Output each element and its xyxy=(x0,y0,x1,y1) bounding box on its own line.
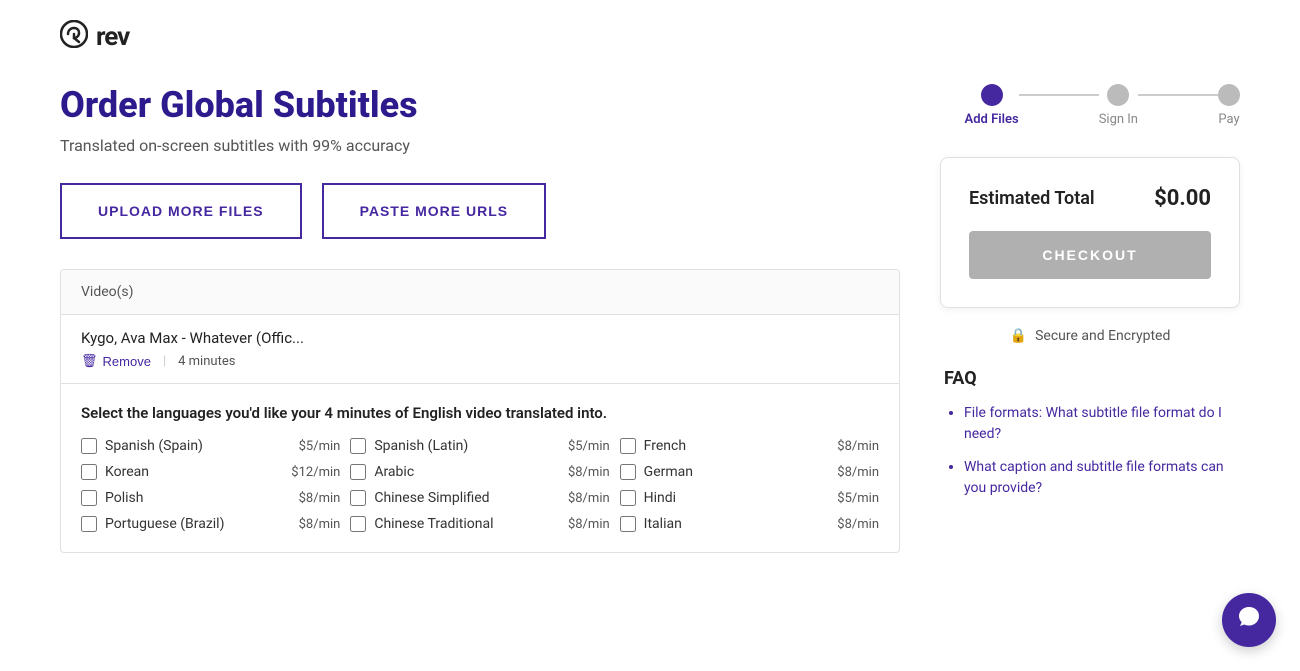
lang-price: $8/min xyxy=(837,517,879,532)
trash-icon: 🗑 xyxy=(81,353,98,369)
lang-checkbox-4[interactable] xyxy=(350,464,366,480)
lang-checkbox-10[interactable] xyxy=(350,516,366,532)
faq-item-1[interactable]: What caption and subtitle file formats c… xyxy=(964,457,1236,499)
chat-icon xyxy=(1236,604,1262,636)
lang-name: Spanish (Spain) xyxy=(105,438,203,454)
lang-name: Portuguese (Brazil) xyxy=(105,516,224,532)
lang-name: Chinese Traditional xyxy=(374,516,493,532)
logo: rev xyxy=(60,20,1240,54)
lang-item: Chinese Traditional $8/min xyxy=(350,516,609,532)
step-add-files: Add Files xyxy=(965,84,1019,127)
step-circle-add-files xyxy=(981,84,1003,106)
logo-text: rev xyxy=(96,22,129,52)
lang-item: Arabic $8/min xyxy=(350,464,609,480)
language-selection: Select the languages you'd like your 4 m… xyxy=(61,384,899,552)
lang-price: $8/min xyxy=(568,517,610,532)
upload-more-files-button[interactable]: UPLOAD MORE FILES xyxy=(60,183,302,239)
secure-text: Secure and Encrypted xyxy=(1035,328,1170,344)
secure-badge: 🔒 Secure and Encrypted xyxy=(940,328,1240,344)
lang-item: Spanish (Spain) $5/min xyxy=(81,438,340,454)
video-row: Kygo, Ava Max - Whatever (Offic... 🗑 Rem… xyxy=(61,315,899,384)
lang-price: $8/min xyxy=(837,465,879,480)
video-table-header: Video(s) xyxy=(61,270,899,315)
order-summary: Estimated Total $0.00 CHECKOUT xyxy=(940,157,1240,308)
page-subtitle: Translated on-screen subtitles with 99% … xyxy=(60,136,900,155)
step-label-pay: Pay xyxy=(1218,112,1239,127)
upload-buttons-area: UPLOAD MORE FILES PASTE MORE URLS xyxy=(60,183,900,239)
lang-price: $5/min xyxy=(837,491,879,506)
lang-checkbox-6[interactable] xyxy=(81,490,97,506)
lang-checkbox-0[interactable] xyxy=(81,438,97,454)
lang-name: Arabic xyxy=(374,464,414,480)
lang-item: Polish $8/min xyxy=(81,490,340,506)
video-table: Video(s) Kygo, Ava Max - Whatever (Offic… xyxy=(60,269,900,553)
lang-price: $5/min xyxy=(299,439,341,454)
lang-price: $8/min xyxy=(299,491,341,506)
lang-name: Italian xyxy=(644,516,682,532)
lang-item: Hindi $5/min xyxy=(620,490,879,506)
lang-price: $8/min xyxy=(568,491,610,506)
lang-item: Italian $8/min xyxy=(620,516,879,532)
lang-name: Korean xyxy=(105,464,149,480)
step-label-add-files: Add Files xyxy=(965,112,1019,127)
lang-item: French $8/min xyxy=(620,438,879,454)
language-grid: Spanish (Spain) $5/min Spanish (Latin) $… xyxy=(81,438,879,532)
steps-progress: Add Files Sign In Pay xyxy=(940,84,1240,127)
lang-checkbox-2[interactable] xyxy=(620,438,636,454)
lang-name: French xyxy=(644,438,686,454)
lang-checkbox-1[interactable] xyxy=(350,438,366,454)
chat-bubble-button[interactable] xyxy=(1222,593,1276,647)
meta-divider: | xyxy=(163,354,166,369)
lang-name: Polish xyxy=(105,490,143,506)
video-meta: 🗑 Remove | 4 minutes xyxy=(81,353,879,369)
lang-price: $8/min xyxy=(837,439,879,454)
faq-list: File formats: What subtitle file format … xyxy=(944,403,1236,499)
page-title: Order Global Subtitles xyxy=(60,84,900,126)
lang-checkbox-5[interactable] xyxy=(620,464,636,480)
logo-icon xyxy=(60,20,88,54)
remove-button[interactable]: 🗑 Remove xyxy=(81,353,151,369)
lang-price: $8/min xyxy=(568,465,610,480)
video-title: Kygo, Ava Max - Whatever (Offic... xyxy=(81,329,879,347)
estimated-total-row: Estimated Total $0.00 xyxy=(969,186,1211,211)
lang-name: German xyxy=(644,464,693,480)
lang-name: Spanish (Latin) xyxy=(374,438,468,454)
lang-item: Korean $12/min xyxy=(81,464,340,480)
estimated-amount: $0.00 xyxy=(1154,186,1211,211)
lang-price: $12/min xyxy=(291,465,340,480)
lang-checkbox-8[interactable] xyxy=(620,490,636,506)
faq-title: FAQ xyxy=(944,368,1236,389)
lang-price: $8/min xyxy=(299,517,341,532)
step-sign-in: Sign In xyxy=(1099,84,1138,127)
lang-checkbox-3[interactable] xyxy=(81,464,97,480)
paste-more-urls-button[interactable]: PASTE MORE URLS xyxy=(322,183,547,239)
estimated-label: Estimated Total xyxy=(969,188,1095,209)
faq-section: FAQ File formats: What subtitle file for… xyxy=(940,368,1240,499)
lang-item: Portuguese (Brazil) $8/min xyxy=(81,516,340,532)
lang-item: Spanish (Latin) $5/min xyxy=(350,438,609,454)
lock-icon: 🔒 xyxy=(1010,328,1027,344)
lang-price: $5/min xyxy=(568,439,610,454)
lang-item: Chinese Simplified $8/min xyxy=(350,490,609,506)
lang-checkbox-7[interactable] xyxy=(350,490,366,506)
lang-checkbox-11[interactable] xyxy=(620,516,636,532)
video-duration: 4 minutes xyxy=(178,354,235,369)
step-label-sign-in: Sign In xyxy=(1099,112,1138,127)
faq-item-0[interactable]: File formats: What subtitle file format … xyxy=(964,403,1236,445)
step-connector-2 xyxy=(1138,94,1218,96)
step-connector-1 xyxy=(1019,94,1099,96)
step-pay: Pay xyxy=(1218,84,1240,127)
lang-item: German $8/min xyxy=(620,464,879,480)
lang-name: Chinese Simplified xyxy=(374,490,489,506)
lang-checkbox-9[interactable] xyxy=(81,516,97,532)
lang-prompt: Select the languages you'd like your 4 m… xyxy=(81,404,879,422)
step-circle-sign-in xyxy=(1107,84,1129,106)
step-circle-pay xyxy=(1218,84,1240,106)
lang-name: Hindi xyxy=(644,490,676,506)
checkout-button[interactable]: CHECKOUT xyxy=(969,231,1211,279)
